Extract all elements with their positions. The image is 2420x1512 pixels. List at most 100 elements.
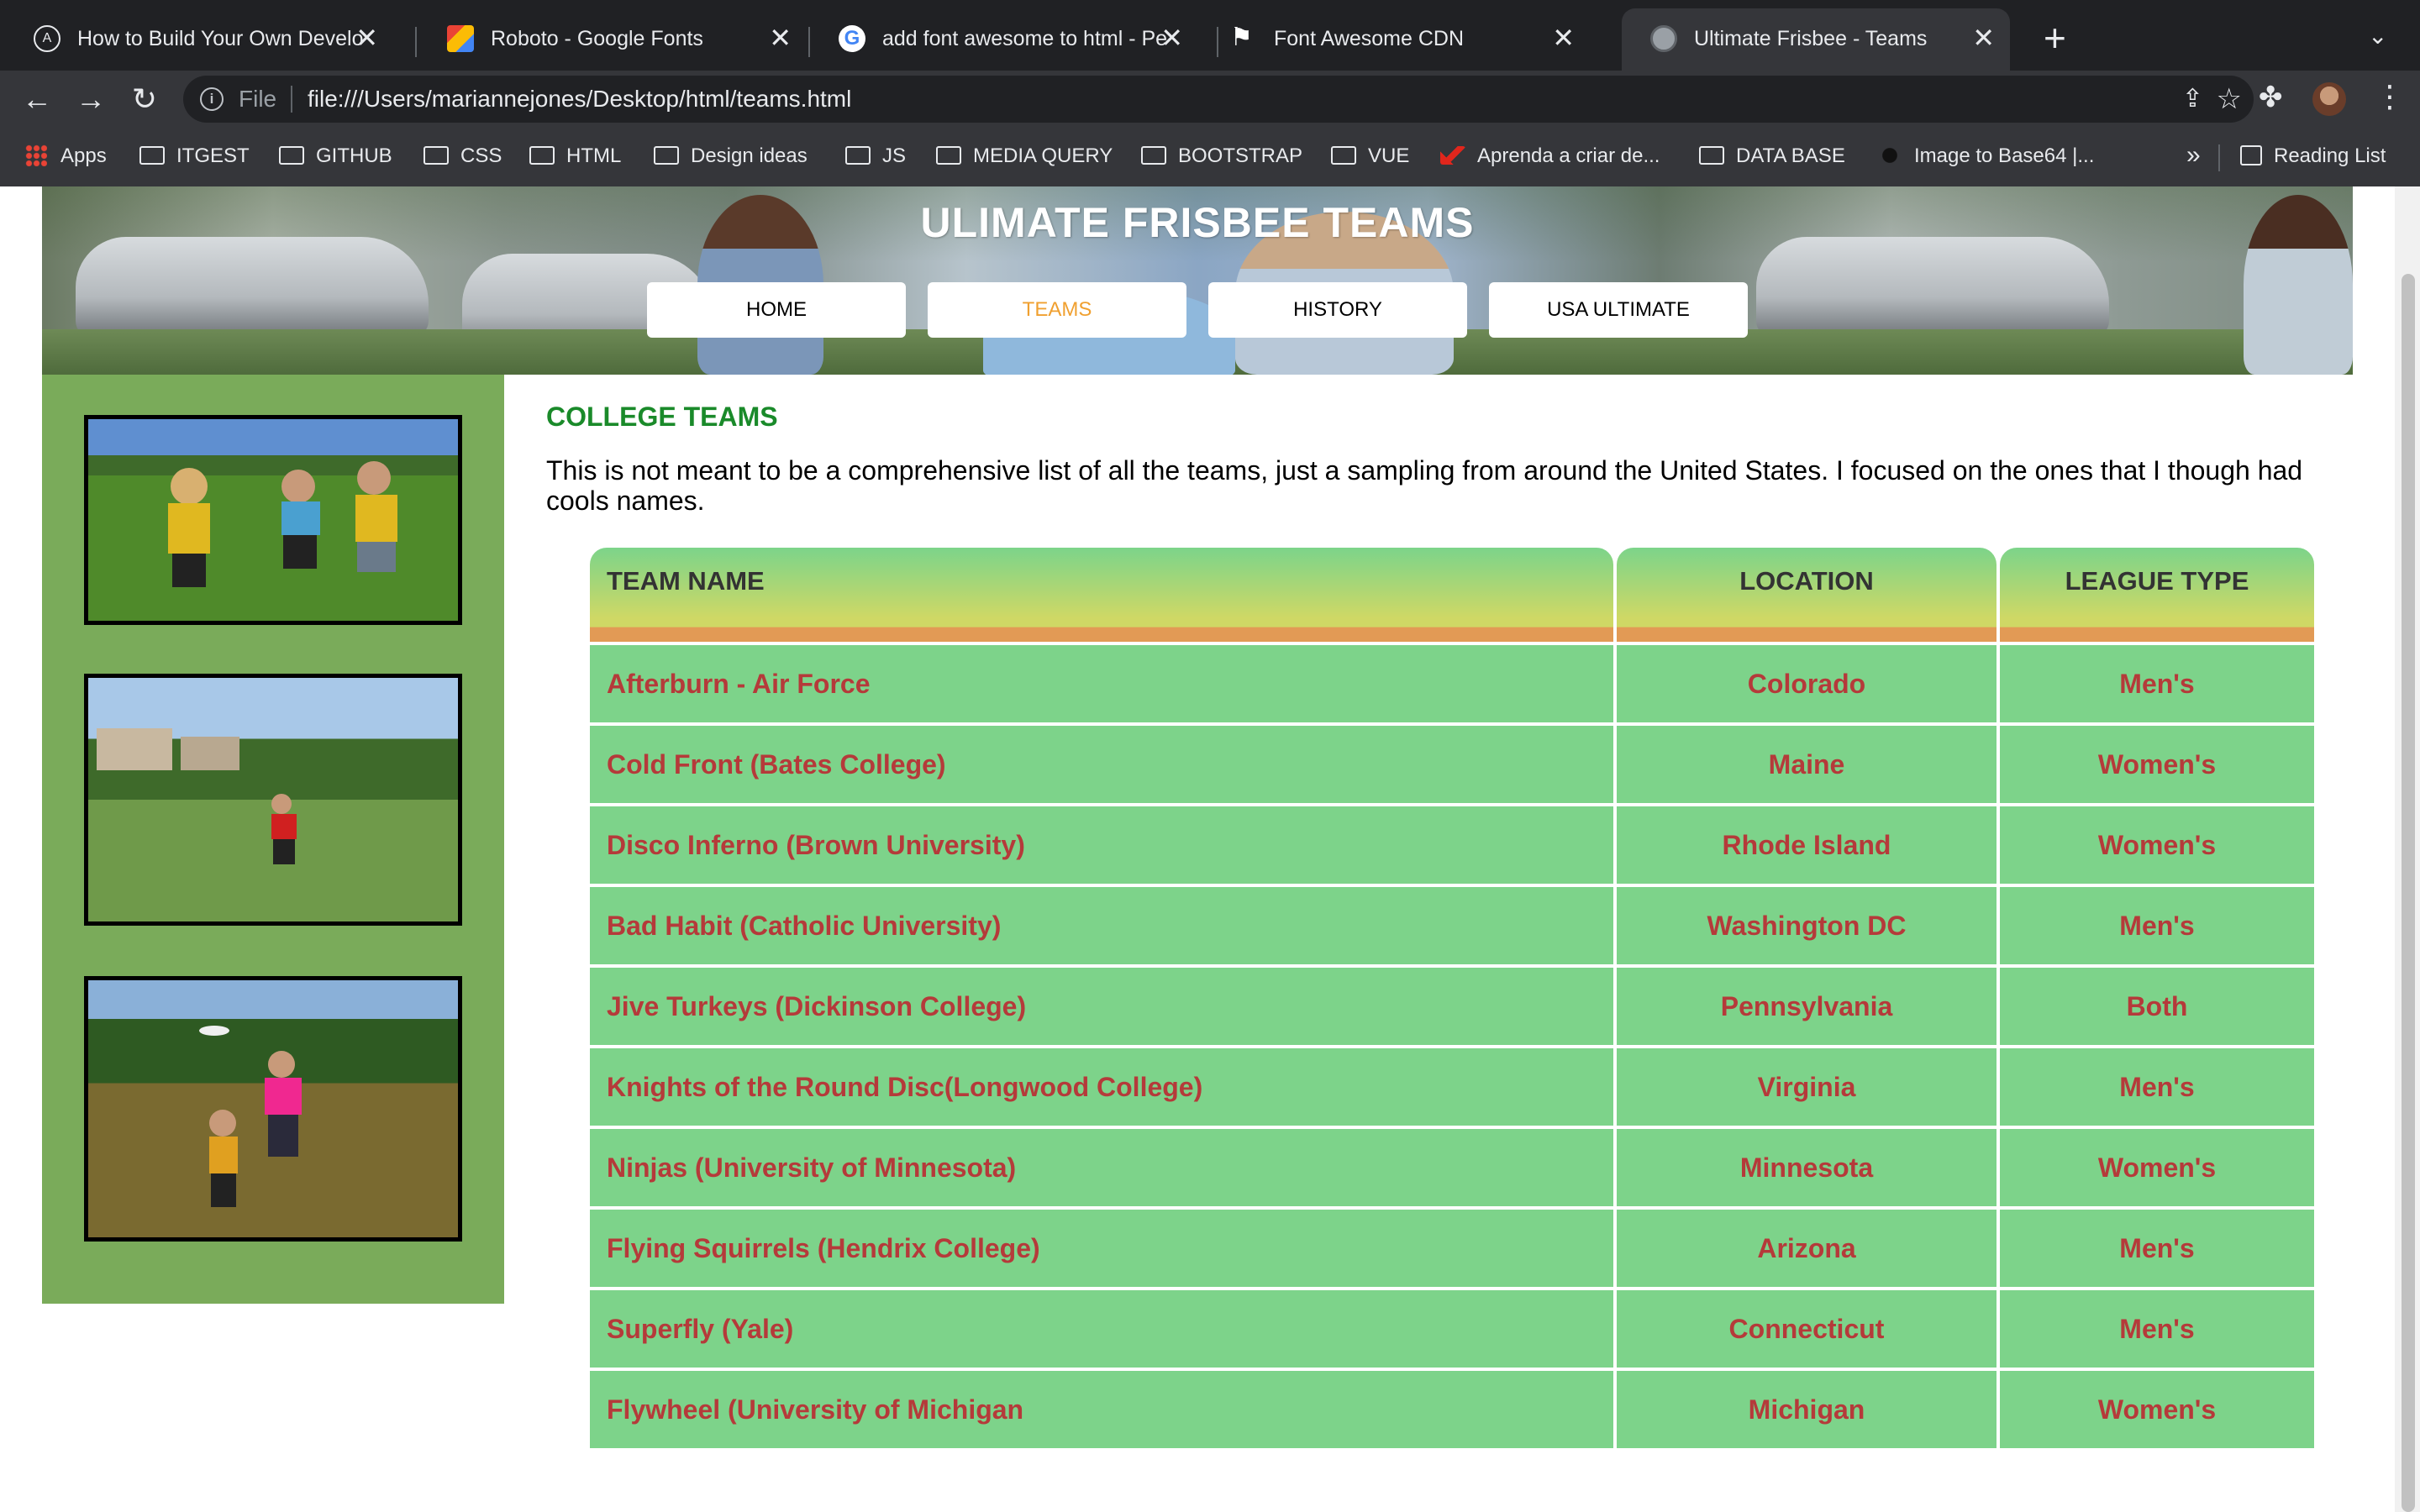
table-row: Flying Squirrels (Hendrix College) Arizon… [590,1210,2314,1287]
bookmarks-bar: Apps ITGEST GITHUB CSS HTML Design ideas… [0,128,2420,186]
close-icon[interactable]: ✕ [769,22,792,54]
close-icon[interactable]: ✕ [1552,22,1575,54]
column-header-location: LOCATION [1617,548,1996,642]
tab-font-awesome-search[interactable]: G add font awesome to html - Pe ✕ [810,8,1198,71]
site-title: ULIMATE FRISBEE TEAMS [920,199,1475,246]
adobe-icon [1440,146,1465,165]
profile-avatar[interactable] [2312,82,2346,116]
chevron-down-icon[interactable]: ⌄ [2368,22,2387,50]
browser-toolbar: ← → ↻ i File file:///Users/mariannejones… [0,71,2420,128]
reload-icon[interactable]: ↻ [124,79,165,119]
cell-team-name: Disco Inferno (Brown University) [590,806,1613,884]
extensions-puzzle-icon[interactable]: ✤ [2259,81,2283,114]
bookmark-image-to-base64[interactable]: Image to Base64 |... [1877,144,2094,171]
folder-icon [1141,146,1166,165]
table-row: Superfly (Yale) Connecticut Men's [590,1290,2314,1368]
cell-team-name: Flying Squirrels (Hendrix College) [590,1210,1613,1287]
bookmark-github[interactable]: GITHUB [279,144,392,171]
section-heading: COLLEGE TEAMS [546,402,778,432]
folder-icon [424,146,449,165]
bookmark-aprenda[interactable]: Aprenda a criar de... [1440,144,1660,171]
reading-list-button[interactable]: Reading List [2240,144,2386,168]
reading-list-icon [2240,145,2262,165]
cell-team-name: Cold Front (Bates College) [590,726,1613,803]
cell-league-type: Men's [2000,887,2314,964]
bookmark-label: Image to Base64 |... [1914,144,2095,167]
bookmarks-overflow-button[interactable]: » [2186,141,2201,170]
cell-location: Washington DC [1617,887,1996,964]
sidebar-photo-2 [84,674,462,926]
nav-usa-ultimate[interactable]: USA ULTIMATE [1489,282,1748,338]
frisbee-catch-illustration [97,728,297,864]
tab-separator [415,27,417,57]
kebab-menu-icon[interactable]: ⋮ [2375,79,2405,114]
bookmark-vue[interactable]: VUE [1331,144,1409,171]
bookmark-label: BOOTSTRAP [1178,144,1303,167]
bookmark-apps[interactable]: Apps [25,144,107,171]
cell-location: Arizona [1617,1210,1996,1287]
tab-strip: A How to Build Your Own Developer ✕ Robo… [0,0,2420,71]
address-divider [291,86,292,113]
column-header-league-type: LEAGUE TYPE [2000,548,2314,642]
bookmark-css[interactable]: CSS [424,144,502,171]
column-header-team-name: TEAM NAME [590,548,1613,642]
address-url[interactable]: file:///Users/mariannejones/Desktop/html… [308,86,851,113]
bookmark-label: ITGEST [176,144,250,167]
tab-how-to-build[interactable]: A How to Build Your Own Developer ✕ [5,8,393,71]
tab-title: How to Build Your Own Developer [77,27,363,50]
nav-home[interactable]: HOME [647,282,906,338]
table-row: Jive Turkeys (Dickinson College) Pennsylv… [590,968,2314,1045]
banner-photo-car [1756,237,2109,338]
bookmark-html[interactable]: HTML [529,144,621,171]
forward-icon[interactable]: → [71,79,111,119]
close-icon[interactable]: ✕ [355,22,378,54]
cell-location: Minnesota [1617,1129,1996,1206]
bookmark-design-ideas[interactable]: Design ideas [654,144,808,171]
back-icon[interactable]: ← [17,79,57,119]
cell-team-name: Bad Habit (Catholic University) [590,887,1613,964]
cell-team-name: Knights of the Round Disc(Longwood Colle… [590,1048,1613,1126]
cell-league-type: Women's [2000,1129,2314,1206]
bookmark-label: DATA BASE [1736,144,1845,167]
google-g-icon: G [839,25,865,52]
bookmark-bootstrap[interactable]: BOOTSTRAP [1141,144,1302,171]
address-bar[interactable]: i File file:///Users/mariannejones/Deskt… [183,76,2254,123]
sidebar-photo-1 [84,415,462,625]
nav-teams[interactable]: TEAMS [928,282,1186,338]
bookmark-label: Design ideas [691,144,808,167]
new-tab-button[interactable]: + [2044,18,2066,57]
close-icon[interactable]: ✕ [1160,22,1183,54]
address-scheme: File [239,86,277,112]
bookmark-media-query[interactable]: MEDIA QUERY [936,144,1113,171]
header-banner: ULIMATE FRISBEE TEAMS HOME TEAMS HISTORY… [42,186,2353,375]
scrollbar-thumb[interactable] [2402,274,2415,1512]
bookmark-js[interactable]: JS [845,144,906,171]
cell-league-type: Men's [2000,645,2314,722]
close-icon[interactable]: ✕ [1972,22,1995,54]
teams-table: TEAM NAME LOCATION LEAGUE TYPE Afterburn… [587,544,2317,1452]
column-header-label: LEAGUE TYPE [2065,566,2249,596]
bookmark-star-icon[interactable]: ☆ [2217,82,2242,116]
cell-location: Colorado [1617,645,1996,722]
info-icon[interactable]: i [200,87,224,111]
tab-ultimate-frisbee-teams[interactable]: Ultimate Frisbee - Teams ✕ [1622,8,2010,71]
bookmarks-divider [2218,144,2220,171]
cell-league-type: Men's [2000,1290,2314,1368]
page-scrollbar[interactable] [2395,186,2420,1512]
folder-icon [654,146,679,165]
cell-league-type: Both [2000,968,2314,1045]
table-row: Knights of the Round Disc(Longwood Colle… [590,1048,2314,1126]
bookmark-data-base[interactable]: DATA BASE [1699,144,1845,171]
bookmark-itgest[interactable]: ITGEST [139,144,250,171]
share-icon[interactable]: ⇪ [2182,84,2203,113]
tab-font-awesome-cdn[interactable]: ⚑ Font Awesome CDN ✕ [1202,8,1590,71]
tab-roboto[interactable]: Roboto - Google Fonts ✕ [418,8,807,71]
cell-league-type: Women's [2000,1371,2314,1448]
nav-history[interactable]: HISTORY [1208,282,1467,338]
bookmark-label: MEDIA QUERY [973,144,1113,167]
cell-team-name: Superfly (Yale) [590,1290,1613,1368]
frisbee-jump-illustration [199,1026,302,1207]
tab-title: add font awesome to html - Pe [882,27,1168,50]
cell-league-type: Women's [2000,726,2314,803]
bookmark-label: JS [882,144,907,167]
